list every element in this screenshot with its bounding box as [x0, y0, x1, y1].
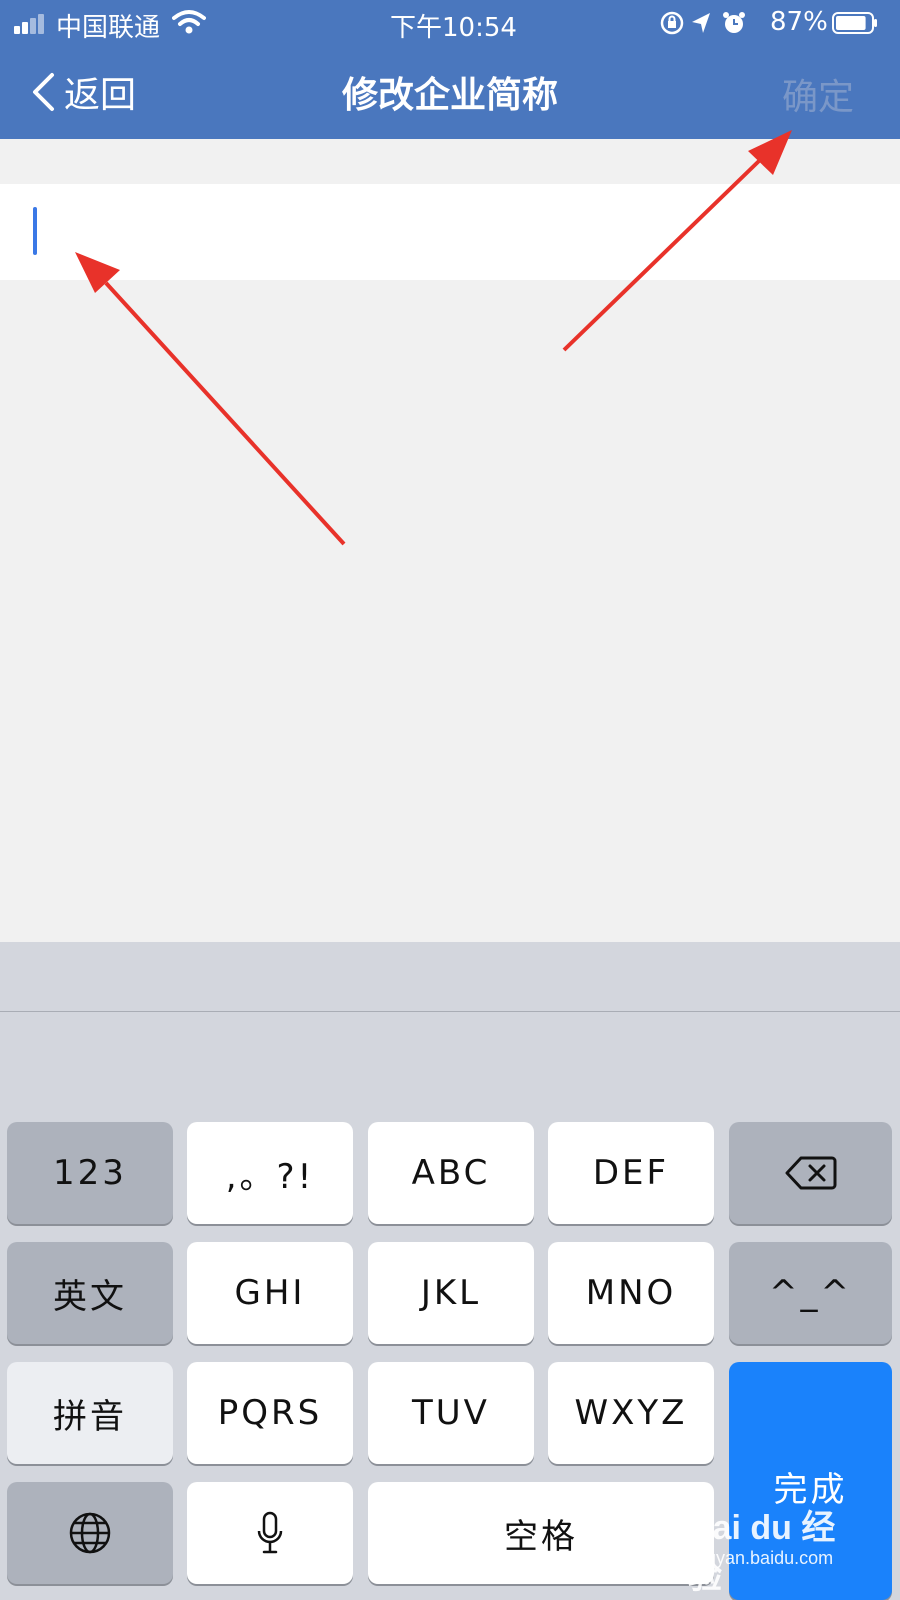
backspace-key[interactable] [729, 1122, 892, 1224]
back-label: 返回 [64, 75, 137, 116]
key-english[interactable]: 英文 [7, 1242, 173, 1344]
key-abc[interactable]: ABC [368, 1122, 534, 1224]
confirm-button[interactable]: 确定 [782, 68, 854, 120]
microphone-icon [257, 1511, 283, 1554]
keyboard: 123 ,。?! ABC DEF 英文 GHI JKL MNO ^_^ 拼音 P… [0, 942, 900, 1600]
screen: 中国联通 下午10:54 87% 返回 修改企业简称 确定 123 ,。?! A… [0, 0, 900, 1600]
key-mno[interactable]: MNO [548, 1242, 714, 1344]
status-icons [660, 11, 745, 35]
arrow-to-input [75, 252, 346, 546]
microphone-key[interactable] [187, 1482, 353, 1584]
key-punctuation[interactable]: ,。?! [187, 1122, 353, 1224]
globe-icon [69, 1512, 111, 1554]
company-short-name-input[interactable] [30, 184, 874, 282]
battery-icon [832, 12, 877, 34]
key-wxyz[interactable]: WXYZ [548, 1362, 714, 1464]
battery-percent: 87% [770, 7, 828, 37]
alarm-icon [723, 12, 745, 33]
signal-icon [14, 14, 54, 34]
key-ghi[interactable]: GHI [187, 1242, 353, 1344]
back-button[interactable]: 返回 [30, 68, 136, 116]
nav-bar: 返回 修改企业简称 确定 [0, 44, 900, 139]
wifi-icon [172, 10, 206, 34]
keyboard-divider [0, 1011, 900, 1012]
key-tuv[interactable]: TUV [368, 1362, 534, 1464]
key-jkl[interactable]: JKL [368, 1242, 534, 1344]
location-icon [692, 13, 710, 33]
company-name-input-row [0, 184, 900, 282]
rotation-lock-icon [660, 11, 684, 35]
globe-key[interactable] [7, 1482, 173, 1584]
key-def[interactable]: DEF [548, 1122, 714, 1224]
backspace-icon [785, 1156, 836, 1190]
key-pinyin[interactable]: 拼音 [7, 1362, 173, 1464]
done-key[interactable]: 完成 [729, 1362, 892, 1600]
chevron-left-icon [33, 73, 54, 111]
key-pqrs[interactable]: PQRS [187, 1362, 353, 1464]
key-123[interactable]: 123 [7, 1122, 173, 1224]
header: 中国联通 下午10:54 87% 返回 修改企业简称 确定 [0, 0, 900, 139]
space-key[interactable]: 空格 [368, 1482, 714, 1584]
status-bar: 中国联通 下午10:54 87% [0, 0, 900, 44]
key-emoticon[interactable]: ^_^ [729, 1242, 892, 1344]
status-time: 下午10:54 [390, 13, 517, 43]
carrier-label: 中国联通 [56, 13, 161, 43]
